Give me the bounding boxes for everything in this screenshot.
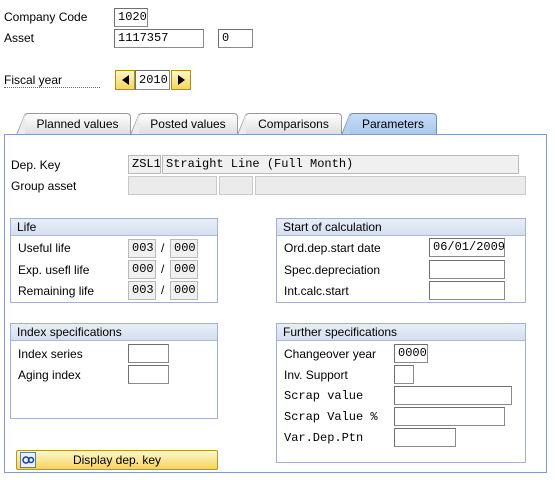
scrap-value-percent-field[interactable]	[394, 407, 505, 426]
company-code-label: Company Code	[4, 10, 88, 24]
further-specifications-title: Further specifications	[277, 324, 525, 341]
scrap-value-label: Scrap value	[284, 389, 364, 403]
ord-dep-start-label: Ord.dep.start date	[284, 241, 381, 255]
arrow-right-icon	[177, 75, 185, 85]
ord-dep-start-field[interactable]: 06/01/2009	[429, 238, 505, 257]
asset-label: Asset	[4, 31, 35, 45]
aging-index-field[interactable]	[128, 365, 169, 384]
group-asset-company-field	[128, 176, 217, 195]
index-specifications-title: Index specifications	[11, 324, 217, 341]
changeover-year-label: Changeover year	[284, 347, 377, 361]
asset-number-field[interactable]: 1117357	[114, 29, 204, 48]
group-asset-label: Group asset	[11, 179, 77, 193]
exp-useful-life-years-field[interactable]: 000	[128, 260, 156, 279]
fiscal-year-field[interactable]: 2010	[135, 70, 170, 90]
useful-life-label: Useful life	[18, 241, 71, 255]
life-separator: /	[161, 241, 165, 255]
arrow-left-icon	[121, 75, 129, 85]
int-calc-start-field[interactable]	[429, 281, 505, 300]
next-year-button[interactable]	[171, 70, 191, 90]
tab-parameters[interactable]: Parameters	[341, 113, 437, 135]
inv-support-field[interactable]	[394, 365, 414, 384]
company-code-field[interactable]: 1020	[114, 8, 148, 27]
group-asset-description-field	[255, 176, 526, 195]
tab-comparisons[interactable]: Comparisons	[237, 113, 342, 135]
inv-support-label: Inv. Support	[284, 368, 348, 382]
display-glasses-icon	[20, 452, 36, 468]
scrap-value-field[interactable]	[394, 386, 512, 405]
exp-useful-life-periods-field[interactable]: 000	[170, 260, 198, 279]
life-separator: /	[161, 262, 165, 276]
index-series-label: Index series	[18, 347, 83, 361]
spec-depreciation-label: Spec.depreciation	[284, 263, 381, 277]
int-calc-start-label: Int.calc.start	[284, 284, 349, 298]
spec-depreciation-field[interactable]	[429, 260, 505, 279]
useful-life-periods-field[interactable]: 000	[170, 239, 198, 258]
remaining-life-label: Remaining life	[18, 284, 95, 298]
dep-key-label: Dep. Key	[11, 158, 61, 172]
dep-key-code-field[interactable]: ZSL1	[128, 155, 161, 174]
dep-key-description-field: Straight Line (Full Month)	[162, 155, 519, 174]
remaining-life-years-field[interactable]: 003	[128, 281, 156, 300]
group-asset-number-field	[219, 176, 253, 195]
life-group-title: Life	[11, 219, 217, 236]
fiscal-year-label: Fiscal year	[4, 73, 63, 87]
exp-useful-life-label: Exp. usefl life	[18, 263, 90, 277]
scrap-value-percent-label: Scrap Value %	[284, 410, 378, 424]
display-dep-key-label: Display dep. key	[72, 453, 162, 467]
asset-subnumber-field[interactable]: 0	[218, 29, 253, 48]
var-dep-ptn-field[interactable]	[394, 428, 456, 447]
tab-planned-values[interactable]: Planned values	[16, 113, 131, 135]
index-series-field[interactable]	[128, 344, 169, 363]
fiscal-year-underline	[4, 87, 100, 88]
previous-year-button[interactable]	[115, 70, 135, 90]
life-separator: /	[161, 283, 165, 297]
aging-index-label: Aging index	[18, 368, 81, 382]
remaining-life-periods-field[interactable]: 000	[170, 281, 198, 300]
tab-posted-values[interactable]: Posted values	[130, 113, 238, 135]
start-of-calculation-title: Start of calculation	[277, 219, 525, 236]
var-dep-ptn-label: Var.Dep.Ptn	[284, 431, 364, 445]
useful-life-years-field[interactable]: 003	[128, 239, 156, 258]
display-dep-key-button[interactable]: Display dep. key	[16, 450, 218, 470]
changeover-year-field[interactable]: 0000	[394, 344, 428, 363]
